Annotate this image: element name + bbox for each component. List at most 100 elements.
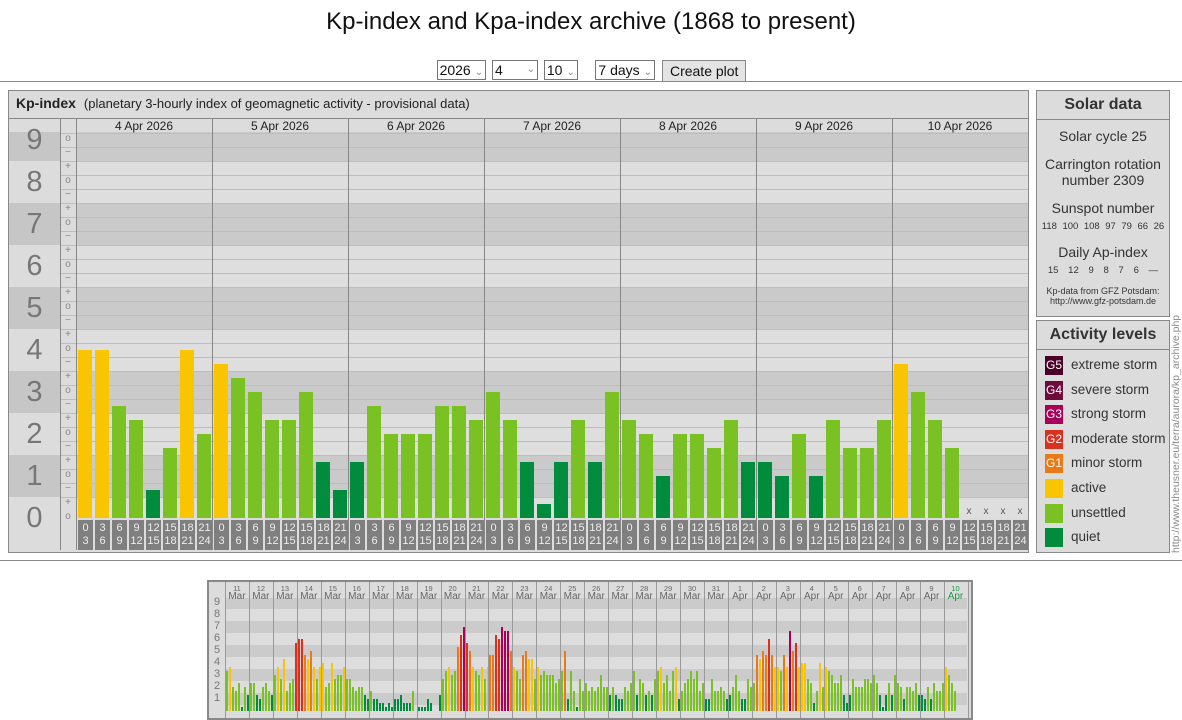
kp-bar[interactable] — [571, 420, 585, 518]
minor-tick-label: − — [65, 357, 71, 368]
kp-bar[interactable] — [894, 363, 908, 518]
mini-bar — [324, 687, 327, 711]
kp-bar[interactable] — [214, 363, 228, 518]
kp-bar[interactable] — [588, 462, 602, 518]
kp-bar[interactable] — [384, 434, 398, 518]
kp-bar[interactable] — [741, 462, 755, 518]
kp-bar[interactable] — [333, 489, 347, 518]
kp-bar[interactable] — [418, 434, 432, 518]
kp-bar[interactable] — [707, 447, 721, 518]
mini-bar — [633, 671, 636, 711]
kp-bar[interactable] — [826, 420, 840, 518]
day-select[interactable]: 10 ⌄ — [543, 60, 578, 80]
mini-bar — [267, 690, 270, 711]
hour-label: 69 — [792, 520, 807, 550]
hour-label: 69 — [928, 520, 943, 550]
kp-bar[interactable] — [231, 378, 245, 518]
kp-bar[interactable] — [690, 434, 704, 518]
hour-value: 15 — [300, 522, 313, 534]
legend-label: strong storm — [1071, 406, 1147, 422]
kp-bar[interactable] — [792, 434, 806, 518]
kp-bar[interactable] — [520, 462, 534, 518]
mini-day-month: Mar — [683, 591, 701, 602]
kp-bar[interactable] — [350, 462, 364, 518]
mini-bar — [779, 671, 782, 711]
kp-bar[interactable] — [486, 392, 500, 518]
kp-bar[interactable] — [452, 405, 466, 518]
kp-bar[interactable] — [112, 405, 126, 518]
hour-value: 21 — [725, 535, 738, 547]
mini-bar — [744, 699, 746, 711]
kp-bar[interactable] — [758, 462, 772, 518]
kp-bar[interactable] — [843, 447, 857, 518]
kp-bar[interactable] — [656, 476, 670, 518]
mini-bar — [860, 687, 863, 711]
kp-bar[interactable] — [724, 420, 738, 518]
kp-bar[interactable] — [775, 476, 789, 518]
kp-bar[interactable] — [248, 392, 262, 518]
kp-bar[interactable] — [877, 420, 891, 518]
kp-bar[interactable] — [282, 420, 296, 518]
hour-value: 0 — [626, 522, 633, 534]
mini-day-month: Mar — [515, 591, 533, 602]
minor-tick-label: o — [65, 511, 71, 522]
legend-item-extreme-storm: G5 extreme storm — [1045, 355, 1157, 375]
mini-y-tick: 6 — [213, 632, 221, 644]
hour-label: 9 12 — [537, 520, 552, 550]
hour-label: 36 — [775, 520, 790, 550]
kp-bar[interactable] — [78, 350, 92, 518]
mini-bar — [474, 671, 477, 711]
kp-bar[interactable] — [95, 350, 109, 518]
kp-bar[interactable] — [316, 462, 330, 518]
kp-bar[interactable] — [129, 420, 143, 518]
kp-bar[interactable] — [146, 489, 160, 518]
kp-bar[interactable] — [197, 434, 211, 518]
kp-bar[interactable] — [299, 392, 313, 518]
hour-value: 6 — [660, 522, 667, 534]
carrington-line2: number 2309 — [1061, 172, 1145, 188]
mini-y-tick: 7 — [213, 620, 221, 632]
kp-bar[interactable] — [367, 405, 381, 518]
year-select[interactable]: 2026 ⌄ — [436, 60, 487, 80]
missing-mark: x — [983, 506, 989, 517]
mini-bar — [501, 627, 504, 711]
kp-bar[interactable] — [809, 476, 823, 518]
ap-value: 7 — [1118, 265, 1124, 276]
kp-bar[interactable] — [537, 504, 551, 518]
kp-bar[interactable] — [435, 405, 449, 518]
mini-bar — [735, 675, 737, 711]
credit-link[interactable]: http://www.gfz-potsdam.de — [1037, 296, 1169, 306]
month-select[interactable]: 4 ⌄ — [492, 60, 538, 80]
kp-bar[interactable] — [401, 434, 415, 518]
grid-line — [60, 287, 1028, 288]
kp-bar[interactable] — [860, 447, 874, 518]
mini-bar — [516, 671, 519, 711]
mini-bar — [803, 663, 806, 711]
kp-bar[interactable] — [180, 350, 194, 518]
mini-bar — [642, 683, 645, 711]
kp-bar[interactable] — [469, 420, 483, 518]
kp-bar[interactable] — [928, 420, 942, 518]
kp-bar[interactable] — [673, 434, 687, 518]
mini-day-month: Apr — [756, 591, 772, 602]
kp-bar[interactable] — [945, 447, 959, 518]
kp-bar[interactable] — [911, 392, 925, 518]
hour-label: 18 21 — [996, 520, 1011, 550]
kp-bar[interactable] — [554, 462, 568, 518]
mini-day-month: Mar — [419, 591, 438, 602]
create-plot-button[interactable]: Create plot — [661, 60, 747, 82]
kp-bar[interactable] — [265, 420, 279, 518]
mini-band-8 — [225, 609, 968, 621]
span-select[interactable]: 7 days ⌄ — [595, 60, 656, 80]
hour-value: 24 — [742, 535, 755, 547]
kp-bar[interactable] — [639, 434, 653, 518]
hour-label: 03 — [350, 520, 365, 550]
mini-bar — [528, 659, 531, 711]
kp-bar[interactable] — [163, 447, 177, 518]
legend-item-quiet: quiet — [1045, 527, 1100, 548]
kp-bar[interactable] — [622, 420, 636, 518]
kp-bar[interactable] — [605, 392, 619, 518]
sunspot-label: Sunspot number — [1051, 200, 1155, 216]
kp-bar[interactable] — [503, 420, 517, 518]
mini-bar — [681, 690, 683, 711]
